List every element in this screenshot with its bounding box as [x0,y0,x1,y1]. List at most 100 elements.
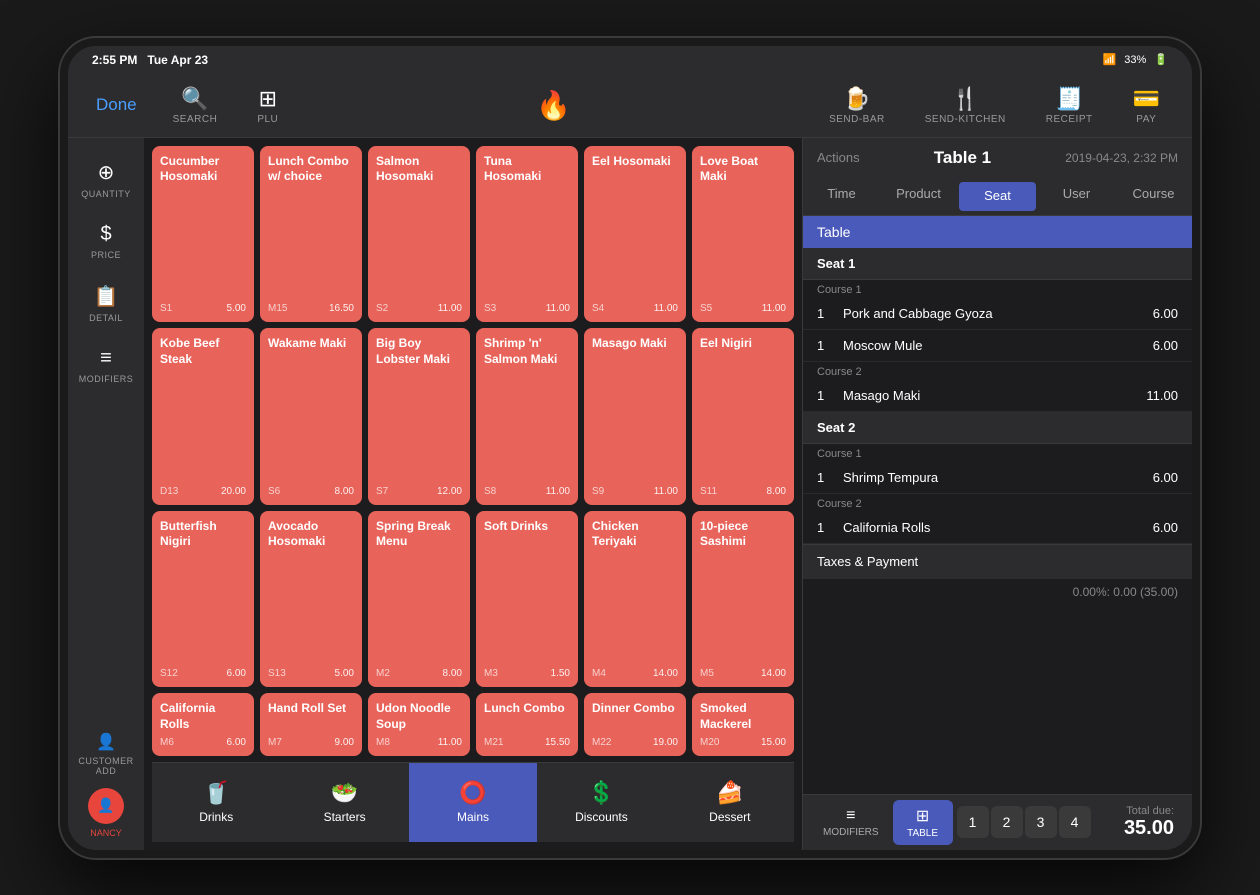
send-kitchen-label: SEND-KITCHEN [925,114,1006,125]
menu-grid-area: Cucumber Hosomaki S1 5.00 Lunch Combo w/… [144,138,802,850]
menu-item-name: Masago Maki [592,336,678,482]
category-tab-mains[interactable]: ⭕ Mains [409,762,537,842]
menu-item-s3[interactable]: Tuna Hosomaki S3 11.00 [476,146,578,323]
category-tab-discounts[interactable]: 💲 Discounts [537,762,665,842]
menu-item-m4[interactable]: Chicken Teriyaki M4 14.00 [584,511,686,688]
order-item-row[interactable]: 1 California Rolls 6.00 [803,512,1192,544]
menu-item-price: 8.00 [767,486,786,497]
order-item-row[interactable]: 1 Shrimp Tempura 6.00 [803,462,1192,494]
item-qty: 1 [817,306,835,321]
seat-num-3[interactable]: 3 [1025,806,1057,838]
total-display: Total due: 35.00 [1124,805,1182,840]
menu-item-name: Wakame Maki [268,336,354,482]
menu-item-price: 11.00 [546,303,570,314]
send-kitchen-action[interactable]: 🍴 SEND-KITCHEN [909,80,1022,131]
pay-action[interactable]: 💳 PAY [1117,80,1176,131]
order-content: TableSeat 1Course 1 1 Pork and Cabbage G… [803,216,1192,794]
modifiers-button[interactable]: ≡ MODIFIERS [813,801,889,844]
receipt-action[interactable]: 🧾 RECEIPT [1030,80,1109,131]
tablet-frame: 2:55 PM Tue Apr 23 📶 33% 🔋 Done 🔍 SEARCH… [60,38,1200,858]
menu-item-m15[interactable]: Lunch Combo w/ choice M15 16.50 [260,146,362,323]
menu-item-name: Hand Roll Set [268,701,354,732]
menu-item-m5[interactable]: 10-piece Sashimi M5 14.00 [692,511,794,688]
plu-action[interactable]: ⊞ PLU [241,80,294,131]
menu-item-s1[interactable]: Cucumber Hosomaki S1 5.00 [152,146,254,323]
category-tab-drinks[interactable]: 🥤 Drinks [152,762,280,842]
menu-item-footer: M22 19.00 [592,737,678,748]
menu-item-s4[interactable]: Eel Hosomaki S4 11.00 [584,146,686,323]
menu-item-name: Cucumber Hosomaki [160,154,246,300]
table-button[interactable]: ⊞ TABLE [893,800,953,845]
menu-item-s8[interactable]: Shrimp 'n' Salmon Maki S8 11.00 [476,328,578,505]
menu-item-s6[interactable]: Wakame Maki S6 8.00 [260,328,362,505]
menu-item-code: S8 [484,486,496,497]
menu-item-s12[interactable]: Butterfish Nigiri S12 6.00 [152,511,254,688]
menu-item-d13[interactable]: Kobe Beef Steak D13 20.00 [152,328,254,505]
seat-num-4[interactable]: 4 [1059,806,1091,838]
menu-item-m8[interactable]: Udon Noodle Soup M8 11.00 [368,693,470,755]
menu-item-code: M8 [376,737,390,748]
menu-item-footer: D13 20.00 [160,486,246,497]
menu-item-code: S4 [592,303,604,314]
customer-add-label: CUSTOMER ADD [76,756,136,776]
menu-item-m3[interactable]: Soft Drinks M3 1.50 [476,511,578,688]
order-tab-product[interactable]: Product [880,178,957,215]
menu-item-s11[interactable]: Eel Nigiri S11 8.00 [692,328,794,505]
menu-item-s5[interactable]: Love Boat Maki S5 11.00 [692,146,794,323]
menu-item-m7[interactable]: Hand Roll Set M7 9.00 [260,693,362,755]
menu-item-code: S1 [160,303,172,314]
menu-item-footer: S11 8.00 [700,486,786,497]
menu-item-code: S11 [700,486,717,497]
sidebar-modifiers[interactable]: ≡ MODIFIERS [68,337,144,394]
category-tab-dessert[interactable]: 🍰 Dessert [666,762,794,842]
customer-add-button[interactable]: 👤 CUSTOMER ADD [68,724,144,784]
menu-item-code: D13 [160,486,178,497]
category-tab-starters[interactable]: 🥗 Starters [280,762,408,842]
sidebar-price[interactable]: $ PRICE [68,213,144,270]
order-item-row[interactable]: 1 Pork and Cabbage Gyoza 6.00 [803,298,1192,330]
order-item-row[interactable]: 1 Moscow Mule 6.00 [803,330,1192,362]
menu-item-footer: M21 15.50 [484,737,570,748]
item-price: 6.00 [1153,470,1178,485]
user-avatar[interactable]: 👤 [88,788,124,824]
menu-item-s13[interactable]: Avocado Hosomaki S13 5.00 [260,511,362,688]
sidebar-quantity[interactable]: ⊕ QUANTITY [68,150,144,209]
seat-num-2[interactable]: 2 [991,806,1023,838]
search-action[interactable]: 🔍 SEARCH [157,80,234,131]
menu-item-m22[interactable]: Dinner Combo M22 19.00 [584,693,686,755]
menu-item-footer: M3 1.50 [484,668,570,679]
order-tab-user[interactable]: User [1038,178,1115,215]
menu-item-m20[interactable]: Smoked Mackerel M20 15.00 [692,693,794,755]
menu-item-footer: S8 11.00 [484,486,570,497]
menu-item-code: M15 [268,303,287,314]
menu-item-m6[interactable]: California Rolls M6 6.00 [152,693,254,755]
total-due-amount: 35.00 [1124,817,1174,840]
menu-item-price: 16.50 [329,303,354,314]
seat-num-1[interactable]: 1 [957,806,989,838]
order-tab-course[interactable]: Course [1115,178,1192,215]
item-name: Pork and Cabbage Gyoza [835,306,1153,321]
menu-item-code: M6 [160,737,174,748]
modifiers-bottom-label: MODIFIERS [823,827,879,838]
send-bar-action[interactable]: 🍺 SEND-BAR [813,80,901,131]
menu-item-name: Spring Break Menu [376,519,462,665]
sidebar-detail[interactable]: 📋 DETAIL [68,274,144,333]
menu-item-s7[interactable]: Big Boy Lobster Maki S7 12.00 [368,328,470,505]
item-price: 6.00 [1153,520,1178,535]
done-button[interactable]: Done [84,87,149,123]
menu-item-code: S9 [592,486,604,497]
order-tab-seat[interactable]: Seat [959,182,1036,211]
menu-item-footer: M20 15.00 [700,737,786,748]
order-tab-time[interactable]: Time [803,178,880,215]
menu-item-m2[interactable]: Spring Break Menu M2 8.00 [368,511,470,688]
taxes-section: Taxes & Payment [803,544,1192,579]
menu-item-s9[interactable]: Masago Maki S9 11.00 [584,328,686,505]
menu-item-footer: M7 9.00 [268,737,354,748]
menu-item-m21[interactable]: Lunch Combo M21 15.50 [476,693,578,755]
menu-item-s2[interactable]: Salmon Hosomaki S2 11.00 [368,146,470,323]
course-label: Course 2 [803,362,1192,380]
menu-item-name: Udon Noodle Soup [376,701,462,732]
order-item-row[interactable]: 1 Masago Maki 11.00 [803,380,1192,412]
sidebar-bottom: 👤 CUSTOMER ADD 👤 NANCY [68,724,144,838]
menu-item-name: Eel Hosomaki [592,154,678,300]
